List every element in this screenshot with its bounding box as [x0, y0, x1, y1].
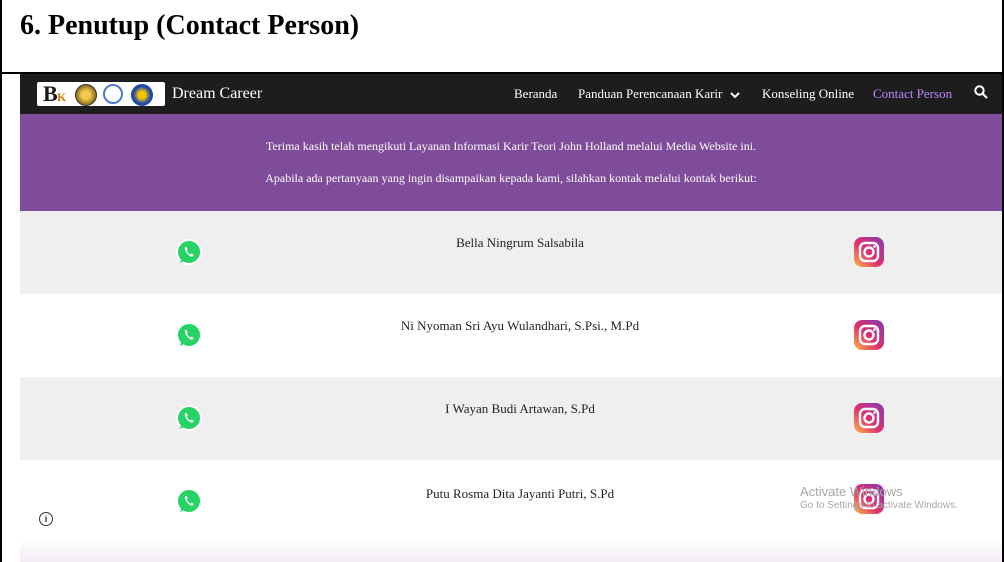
- top-navbar: B K Dream Career Beranda Panduan Perenca…: [20, 74, 1002, 114]
- contact-name: Bella Ningrum Salsabila: [456, 235, 584, 250]
- ministry-logo-icon: [131, 84, 153, 106]
- instagram-icon[interactable]: [852, 235, 886, 269]
- activate-windows-watermark: Activate Windows Go to Settings to activ…: [800, 484, 958, 511]
- watermark-line-2: Go to Settings to activate Windows.: [800, 500, 958, 511]
- logo-bk-small: K: [57, 90, 67, 104]
- nav-panduan-label: Panduan Perencanaan Karir: [578, 86, 723, 101]
- nav-contact-person[interactable]: Contact Person: [873, 86, 952, 102]
- contact-row: Bella Ningrum Salsabila: [20, 211, 1002, 294]
- instagram-icon[interactable]: [852, 401, 886, 435]
- whatsapp-icon[interactable]: [174, 320, 204, 350]
- contact-row: I Wayan Budi Artawan, S.Pd: [20, 377, 1002, 460]
- whatsapp-icon[interactable]: [174, 486, 204, 516]
- search-icon[interactable]: [973, 84, 989, 100]
- logo-bk-letter: B: [43, 81, 58, 106]
- instagram-icon[interactable]: [852, 318, 886, 352]
- watermark-line-1: Activate Windows: [800, 484, 903, 499]
- emblem-logo-icon: [75, 84, 97, 106]
- contact-name: Putu Rosma Dita Jayanti Putri, S.Pd: [425, 486, 615, 501]
- site-brand[interactable]: Dream Career: [172, 85, 262, 103]
- document-heading: 6. Penutup (Contact Person): [20, 10, 360, 41]
- nav-beranda[interactable]: Beranda: [514, 86, 557, 102]
- nav-panduan[interactable]: Panduan Perencanaan Karir: [578, 86, 740, 102]
- chevron-down-icon: [729, 92, 740, 99]
- whatsapp-icon[interactable]: [174, 403, 204, 433]
- contact-name: Ni Nyoman Sri Ayu Wulandhari, S.Psi., M.…: [400, 318, 640, 333]
- nav-konseling[interactable]: Konseling Online: [762, 86, 854, 102]
- info-icon[interactable]: i: [39, 512, 53, 526]
- intro-banner: Terima kasih telah mengikuti Layanan Inf…: [20, 114, 1002, 211]
- logo-group[interactable]: B K: [37, 82, 165, 106]
- website-screenshot: B K Dream Career Beranda Panduan Perenca…: [20, 74, 1002, 562]
- contact-row: Ni Nyoman Sri Ayu Wulandhari, S.Psi., M.…: [20, 294, 1002, 377]
- banner-line-2: Apabila ada pertanyaan yang ingin disamp…: [265, 171, 757, 185]
- footer-background-decoration: [20, 540, 1002, 562]
- university-logo-icon: [103, 84, 123, 104]
- banner-line-1: Terima kasih telah mengikuti Layanan Inf…: [265, 139, 757, 153]
- whatsapp-icon[interactable]: [174, 237, 204, 267]
- contact-name: I Wayan Budi Artawan, S.Pd: [445, 401, 595, 416]
